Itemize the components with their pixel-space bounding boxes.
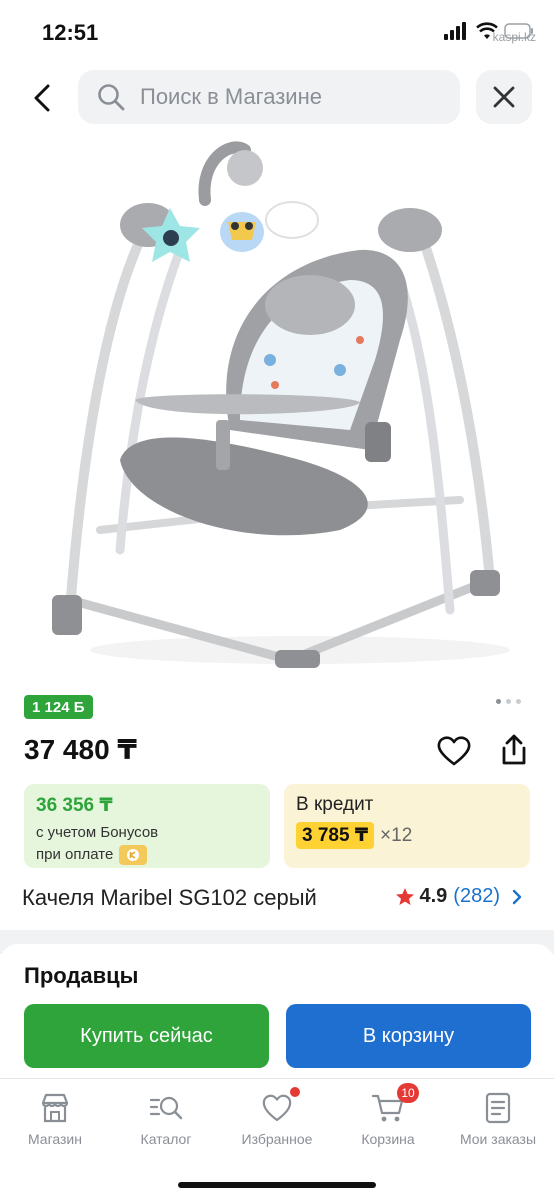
- share-icon[interactable]: [496, 732, 532, 768]
- close-button[interactable]: [476, 70, 532, 124]
- nav-item-cart[interactable]: 10 Корзина: [338, 1083, 438, 1147]
- nav-label-favorites: Избранное: [241, 1131, 313, 1147]
- status-time: 12:51: [42, 20, 99, 45]
- reviews-count: (282): [453, 885, 500, 907]
- sellers-title: Продавцы: [24, 963, 139, 988]
- home-indicator: [178, 1182, 376, 1188]
- search-input[interactable]: Поиск в Магазине: [78, 70, 460, 124]
- credit-card[interactable]: В кредит 3 785 ₸ ×12: [284, 784, 530, 868]
- rating-link[interactable]: 4.9 (282): [395, 885, 522, 908]
- nav-icon-wrap: [260, 1087, 300, 1125]
- rating-value: 4.9: [419, 885, 448, 907]
- cart-count-badge: 10: [397, 1083, 419, 1103]
- credit-row: 3 785 ₸ ×12: [296, 822, 518, 849]
- star-icon: [396, 887, 415, 905]
- carousel-dot[interactable]: [496, 699, 501, 704]
- carousel-dots[interactable]: [496, 699, 521, 704]
- chevron-right-icon: [512, 889, 522, 904]
- credit-multiplier: ×12: [380, 824, 413, 846]
- carousel-dot[interactable]: [516, 699, 521, 704]
- nav-label-shop: Магазин: [27, 1131, 82, 1147]
- nav-icon-wrap: 10: [371, 1083, 419, 1125]
- bonus-badge: 1 124 Б: [24, 695, 93, 719]
- bonus-line-1: с учетом Бонусов: [36, 823, 258, 843]
- credit-monthly: 3 785 ₸: [296, 822, 375, 849]
- favorite-heart-icon[interactable]: [436, 734, 472, 768]
- header: Поиск в Магазине: [0, 70, 554, 126]
- bonus-line-2-text: при оплате: [36, 846, 114, 863]
- signal-icon: [444, 22, 466, 40]
- bonus-line-1-text: с учетом Бонусов: [36, 824, 159, 841]
- nav-label-cart: Корзина: [361, 1131, 415, 1147]
- product-title: Качеля Maribel SG102 серый: [22, 885, 317, 910]
- search-icon: [98, 84, 125, 111]
- product-price: 37 480 ₸: [24, 734, 137, 765]
- nav-item-orders[interactable]: Мои заказы: [448, 1091, 548, 1147]
- heart-icon: [262, 1094, 292, 1122]
- nav-item-shop[interactable]: Магазин: [5, 1091, 105, 1147]
- chevron-left-icon: [34, 84, 50, 112]
- close-icon: [493, 86, 515, 108]
- kaspi-gold-icon: [119, 845, 148, 865]
- nav-label-catalog: Каталог: [140, 1131, 192, 1147]
- add-to-cart-button[interactable]: В корзину: [286, 1004, 531, 1068]
- orders-icon: [485, 1092, 511, 1124]
- bonus-price: 36 356 ₸: [36, 795, 113, 816]
- catalog-search-icon: [149, 1096, 183, 1120]
- back-button[interactable]: [20, 76, 64, 120]
- nav-item-catalog[interactable]: Каталог: [116, 1091, 216, 1147]
- bonus-line-2: при оплате: [36, 845, 258, 865]
- search-placeholder: Поиск в Магазине: [140, 84, 322, 109]
- credit-title: В кредит: [296, 794, 374, 815]
- nav-item-favorites[interactable]: Избранное: [227, 1087, 327, 1147]
- carousel-dot[interactable]: [506, 699, 511, 704]
- status-bar: 12:51 kaspi.kz: [0, 0, 554, 60]
- shop-icon: [41, 1093, 69, 1123]
- site-label: kaspi.kz: [492, 30, 536, 44]
- product-image[interactable]: [40, 130, 514, 680]
- bonus-price-card[interactable]: 36 356 ₸ с учетом Бонусов при оплате: [24, 784, 270, 868]
- buy-now-button[interactable]: Купить сейчас: [24, 1004, 269, 1068]
- nav-label-orders: Мои заказы: [459, 1131, 537, 1147]
- favorites-dot: [290, 1087, 300, 1097]
